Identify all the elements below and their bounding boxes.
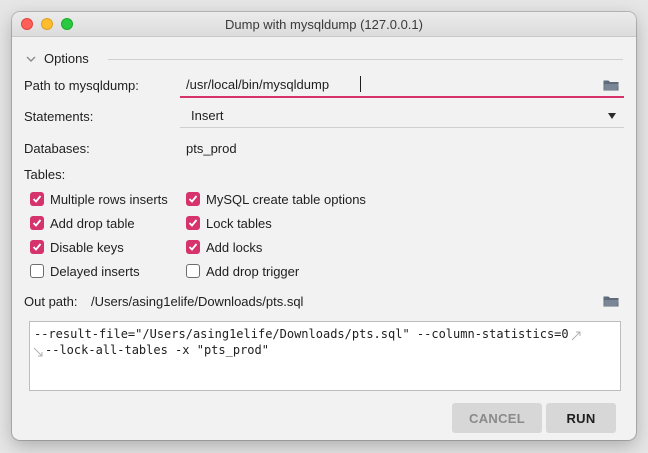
dropdown-arrow-icon[interactable] (608, 113, 616, 119)
run-button[interactable]: RUN (546, 403, 616, 433)
statements-label: Statements: (24, 109, 94, 124)
folder-icon[interactable] (603, 295, 619, 307)
checkbox-delayed-inserts[interactable] (30, 264, 44, 278)
title-bar: Dump with mysqldump (127.0.0.1) (12, 12, 636, 37)
command-line-1: --result-file="/Users/asing1elife/Downlo… (34, 327, 569, 341)
checkbox-mysql-create-table-options[interactable] (186, 192, 200, 206)
mysqldump-path-input[interactable]: /usr/local/bin/mysqldump (180, 74, 624, 98)
checkbox-label[interactable]: MySQL create table options (206, 192, 366, 207)
soft-wrap-icon (33, 347, 43, 357)
section-divider (108, 59, 623, 60)
window-title: Dump with mysqldump (127.0.0.1) (225, 17, 423, 32)
checkbox-label[interactable]: Add drop table (50, 216, 135, 231)
folder-icon[interactable] (603, 79, 619, 91)
out-path-label: Out path: (24, 294, 78, 309)
soft-wrap-icon (571, 331, 581, 341)
command-text: --result-file="/Users/asing1elife/Downlo… (34, 326, 594, 358)
checkbox-label[interactable]: Lock tables (206, 216, 272, 231)
checkmark-icon (32, 219, 42, 227)
checkbox-label[interactable]: Add drop trigger (206, 264, 299, 279)
checkbox-label[interactable]: Multiple rows inserts (50, 192, 168, 207)
checkbox-label[interactable]: Delayed inserts (50, 264, 140, 279)
tables-label: Tables: (24, 167, 66, 182)
path-label: Path to mysqldump: (24, 78, 139, 93)
databases-value: pts_prod (186, 141, 237, 156)
statements-selected-value: Insert (191, 108, 224, 123)
dump-dialog: Dump with mysqldump (127.0.0.1) Options … (12, 12, 636, 440)
command-preview[interactable]: --result-file="/Users/asing1elife/Downlo… (29, 321, 621, 391)
checkmark-icon (188, 219, 198, 227)
checkbox-label[interactable]: Add locks (206, 240, 262, 255)
checkmark-icon (188, 195, 198, 203)
text-caret (360, 76, 361, 92)
checkmark-icon (188, 243, 198, 251)
checkmark-icon (32, 195, 42, 203)
checkbox-disable-keys[interactable] (30, 240, 44, 254)
checkbox-lock-tables[interactable] (186, 216, 200, 230)
cancel-button[interactable]: CANCEL (452, 403, 542, 433)
mysqldump-path-value: /usr/local/bin/mysqldump (186, 77, 330, 92)
databases-label: Databases: (24, 141, 90, 156)
checkbox-add-locks[interactable] (186, 240, 200, 254)
checkmark-icon (32, 243, 42, 251)
command-line-2: --lock-all-tables -x "pts_prod" (45, 343, 269, 357)
checkbox-add-drop-table[interactable] (30, 216, 44, 230)
out-path-value[interactable]: /Users/asing1elife/Downloads/pts.sql (91, 294, 303, 309)
chevron-down-icon[interactable] (26, 55, 36, 63)
checkbox-add-drop-trigger[interactable] (186, 264, 200, 278)
options-section-label[interactable]: Options (44, 51, 89, 66)
statements-select[interactable]: Insert (180, 104, 624, 128)
checkbox-label[interactable]: Disable keys (50, 240, 124, 255)
checkbox-multiple-rows-inserts[interactable] (30, 192, 44, 206)
